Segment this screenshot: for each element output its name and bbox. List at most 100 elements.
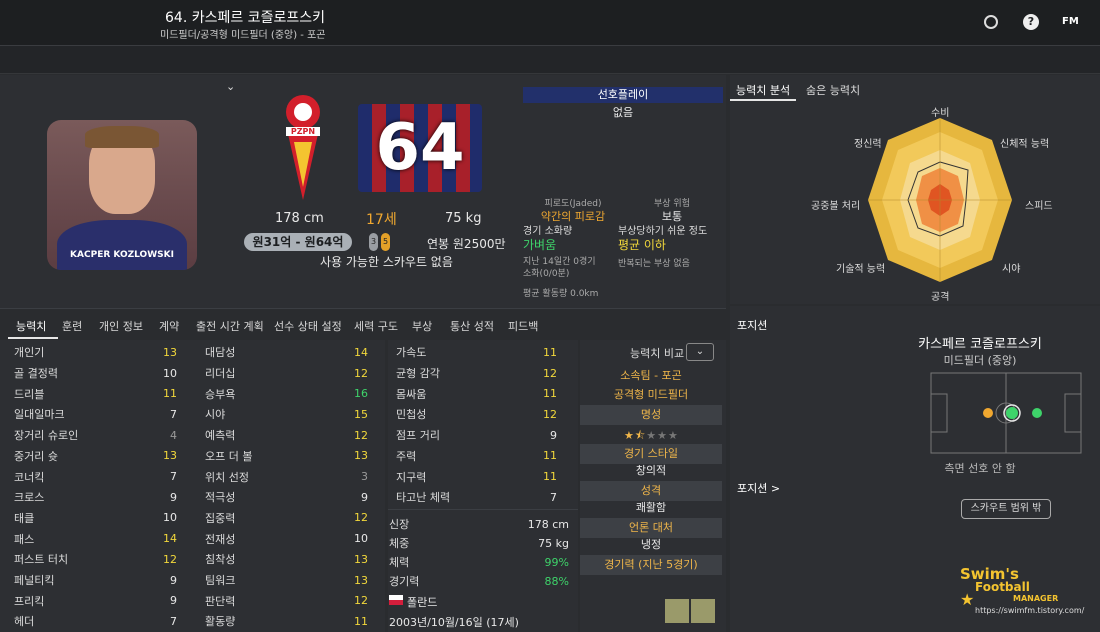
info-value: 88% <box>544 574 569 588</box>
star-icon: ★ <box>960 590 975 609</box>
mental-attribute-row[interactable]: 집중력 12 <box>205 508 368 529</box>
physical-attribute-value: 9 <box>550 428 557 442</box>
mental-attribute-row[interactable]: 판단력 12 <box>205 590 368 611</box>
preferred-moves-value: 없음 <box>612 106 634 119</box>
help-icon[interactable]: ? <box>1023 14 1039 30</box>
pitch-diagram <box>930 372 1082 454</box>
technical-attribute-row[interactable]: 골 결정력 10 <box>14 363 177 384</box>
form-match-box <box>691 599 715 623</box>
technical-attribute-row[interactable]: 패스 14 <box>14 528 177 549</box>
technical-attribute-value: 10 <box>163 366 177 380</box>
tab-dynamics[interactable]: 세력 구도 <box>354 318 398 334</box>
technical-attribute-name: 중거리 슛 <box>14 449 58 463</box>
current-team[interactable]: 소속팀 - 포곤 <box>580 367 722 383</box>
physical-attribute-row[interactable]: 점프 거리 9 <box>396 425 557 446</box>
technical-attribute-value: 9 <box>170 490 177 504</box>
technical-attribute-value: 7 <box>170 407 177 421</box>
technical-attribute-value: 12 <box>163 552 177 566</box>
technical-attribute-row[interactable]: 크로스 9 <box>14 487 177 508</box>
mental-attribute-row[interactable]: 팀워크 13 <box>205 570 368 591</box>
federation-crest: PZPN <box>280 92 326 202</box>
mental-attribute-value: 16 <box>354 387 368 401</box>
technical-attribute-row[interactable]: 개인기 13 <box>14 342 177 363</box>
physical-attribute-name: 점프 거리 <box>396 429 440 443</box>
world-icon[interactable] <box>984 15 998 29</box>
position-player-name: 카스페르 코즐로프스키 <box>918 337 1042 352</box>
info-value: 178 cm <box>527 517 569 531</box>
physical-attribute-row[interactable]: 몸싸움 11 <box>396 383 557 404</box>
technical-attribute-name: 패스 <box>14 532 35 546</box>
mental-attribute-value: 12 <box>354 428 368 442</box>
tab-attributes[interactable]: 능력치 <box>16 318 46 334</box>
physical-attribute-row[interactable]: 지구력 11 <box>396 466 557 487</box>
technical-attribute-row[interactable]: 헤더 7 <box>14 611 177 632</box>
mental-attribute-row[interactable]: 대담성 14 <box>205 342 368 363</box>
mental-attribute-row[interactable]: 위치 선정 3 <box>205 466 368 487</box>
radar-label-speed: 스피드 <box>1025 201 1053 212</box>
physical-attribute-row[interactable]: 가속도 11 <box>396 342 557 363</box>
technical-attribute-name: 골 결정력 <box>14 367 58 381</box>
tab-player-status[interactable]: 선수 상태 설정 <box>274 318 342 334</box>
technical-attribute-value: 9 <box>170 594 177 608</box>
technical-attribute-row[interactable]: 페널티킥 9 <box>14 570 177 591</box>
tab-career-stats[interactable]: 통산 성적 <box>450 318 494 334</box>
info-label: 경기력 <box>389 575 420 589</box>
info-row: 체중 75 kg <box>389 533 569 554</box>
recurring-injury-note: 반복되는 부상 없음 <box>618 259 690 269</box>
tab-attribute-analysis[interactable]: 능력치 분석 <box>736 82 790 98</box>
potential-ability-star: 5 <box>381 233 390 251</box>
mental-attribute-value: 15 <box>354 407 368 421</box>
value-range-badge[interactable]: 원31억 - 원64억 <box>244 233 352 251</box>
physical-attribute-name: 민첩성 <box>396 408 427 422</box>
mental-attribute-row[interactable]: 시야 15 <box>205 404 368 425</box>
physical-attribute-row[interactable]: 타고난 체력 7 <box>396 487 557 508</box>
side-preference-note: 측면 선호 안 함 <box>944 462 1016 475</box>
radar-label-attacking: 공격 <box>931 292 950 303</box>
technical-attribute-row[interactable]: 드리블 11 <box>14 383 177 404</box>
mental-attribute-row[interactable]: 활동량 11 <box>205 611 368 632</box>
technical-attribute-row[interactable]: 태클 10 <box>14 508 177 529</box>
physical-attribute-name: 타고난 체력 <box>396 491 451 505</box>
tab-contract[interactable]: 계약 <box>159 318 179 334</box>
technical-attribute-value: 13 <box>163 345 177 359</box>
scout-range-button[interactable]: 스카우트 범위 밖 <box>961 499 1051 519</box>
compare-dropdown-button[interactable]: ⌄ <box>686 343 714 361</box>
physical-attribute-row[interactable]: 주력 11 <box>396 446 557 467</box>
info-label: 신장 <box>389 518 410 532</box>
technical-attribute-value: 14 <box>163 532 177 546</box>
technical-attribute-row[interactable]: 프리킥 9 <box>14 590 177 611</box>
physical-attribute-row[interactable]: 균형 감각 12 <box>396 363 557 384</box>
player-age: 17세 <box>366 212 397 228</box>
mental-attribute-row[interactable]: 오프 더 볼 13 <box>205 446 368 467</box>
reputation-header: 명성 <box>580 405 722 425</box>
tab-injuries[interactable]: 부상 <box>412 318 432 334</box>
tab-hidden-attributes[interactable]: 숨은 능력치 <box>806 82 860 98</box>
physical-attribute-value: 11 <box>543 470 557 484</box>
mental-attribute-name: 대담성 <box>205 346 236 360</box>
compare-label: 능력치 비교 <box>630 347 685 360</box>
tab-personal-info[interactable]: 개인 정보 <box>99 318 143 334</box>
mental-attribute-row[interactable]: 리더십 12 <box>205 363 368 384</box>
tab-feedback[interactable]: 피드백 <box>508 318 538 334</box>
positions-link[interactable]: 포지션 > <box>737 480 780 496</box>
technical-attribute-value: 7 <box>170 614 177 628</box>
physical-attribute-row[interactable]: 민첩성 12 <box>396 404 557 425</box>
technical-attribute-row[interactable]: 장거리 슈로인 4 <box>14 425 177 446</box>
tab-training[interactable]: 훈련 <box>62 318 82 334</box>
chevron-down-icon[interactable]: ⌄ <box>226 80 235 93</box>
technical-attribute-row[interactable]: 일대일마크 7 <box>14 404 177 425</box>
mental-attribute-row[interactable]: 침착성 13 <box>205 549 368 570</box>
technical-attribute-row[interactable]: 코너킥 7 <box>14 466 177 487</box>
technical-attribute-row[interactable]: 퍼스트 터치 12 <box>14 549 177 570</box>
mental-attribute-value: 12 <box>354 366 368 380</box>
mental-attribute-row[interactable]: 적극성 9 <box>205 487 368 508</box>
mental-attribute-row[interactable]: 승부욕 16 <box>205 383 368 404</box>
tab-playing-time[interactable]: 출전 시간 계획 <box>196 318 264 334</box>
mental-attribute-name: 리더십 <box>205 367 236 381</box>
mental-attribute-name: 집중력 <box>205 511 236 525</box>
mental-attribute-row[interactable]: 전재성 10 <box>205 528 368 549</box>
fm-logo[interactable]: FM <box>1062 16 1079 27</box>
mental-attribute-row[interactable]: 예측력 12 <box>205 425 368 446</box>
recent-matches-note: 지난 14일간 0경기 소화(0/0분) <box>523 257 596 279</box>
technical-attribute-row[interactable]: 중거리 슛 13 <box>14 446 177 467</box>
